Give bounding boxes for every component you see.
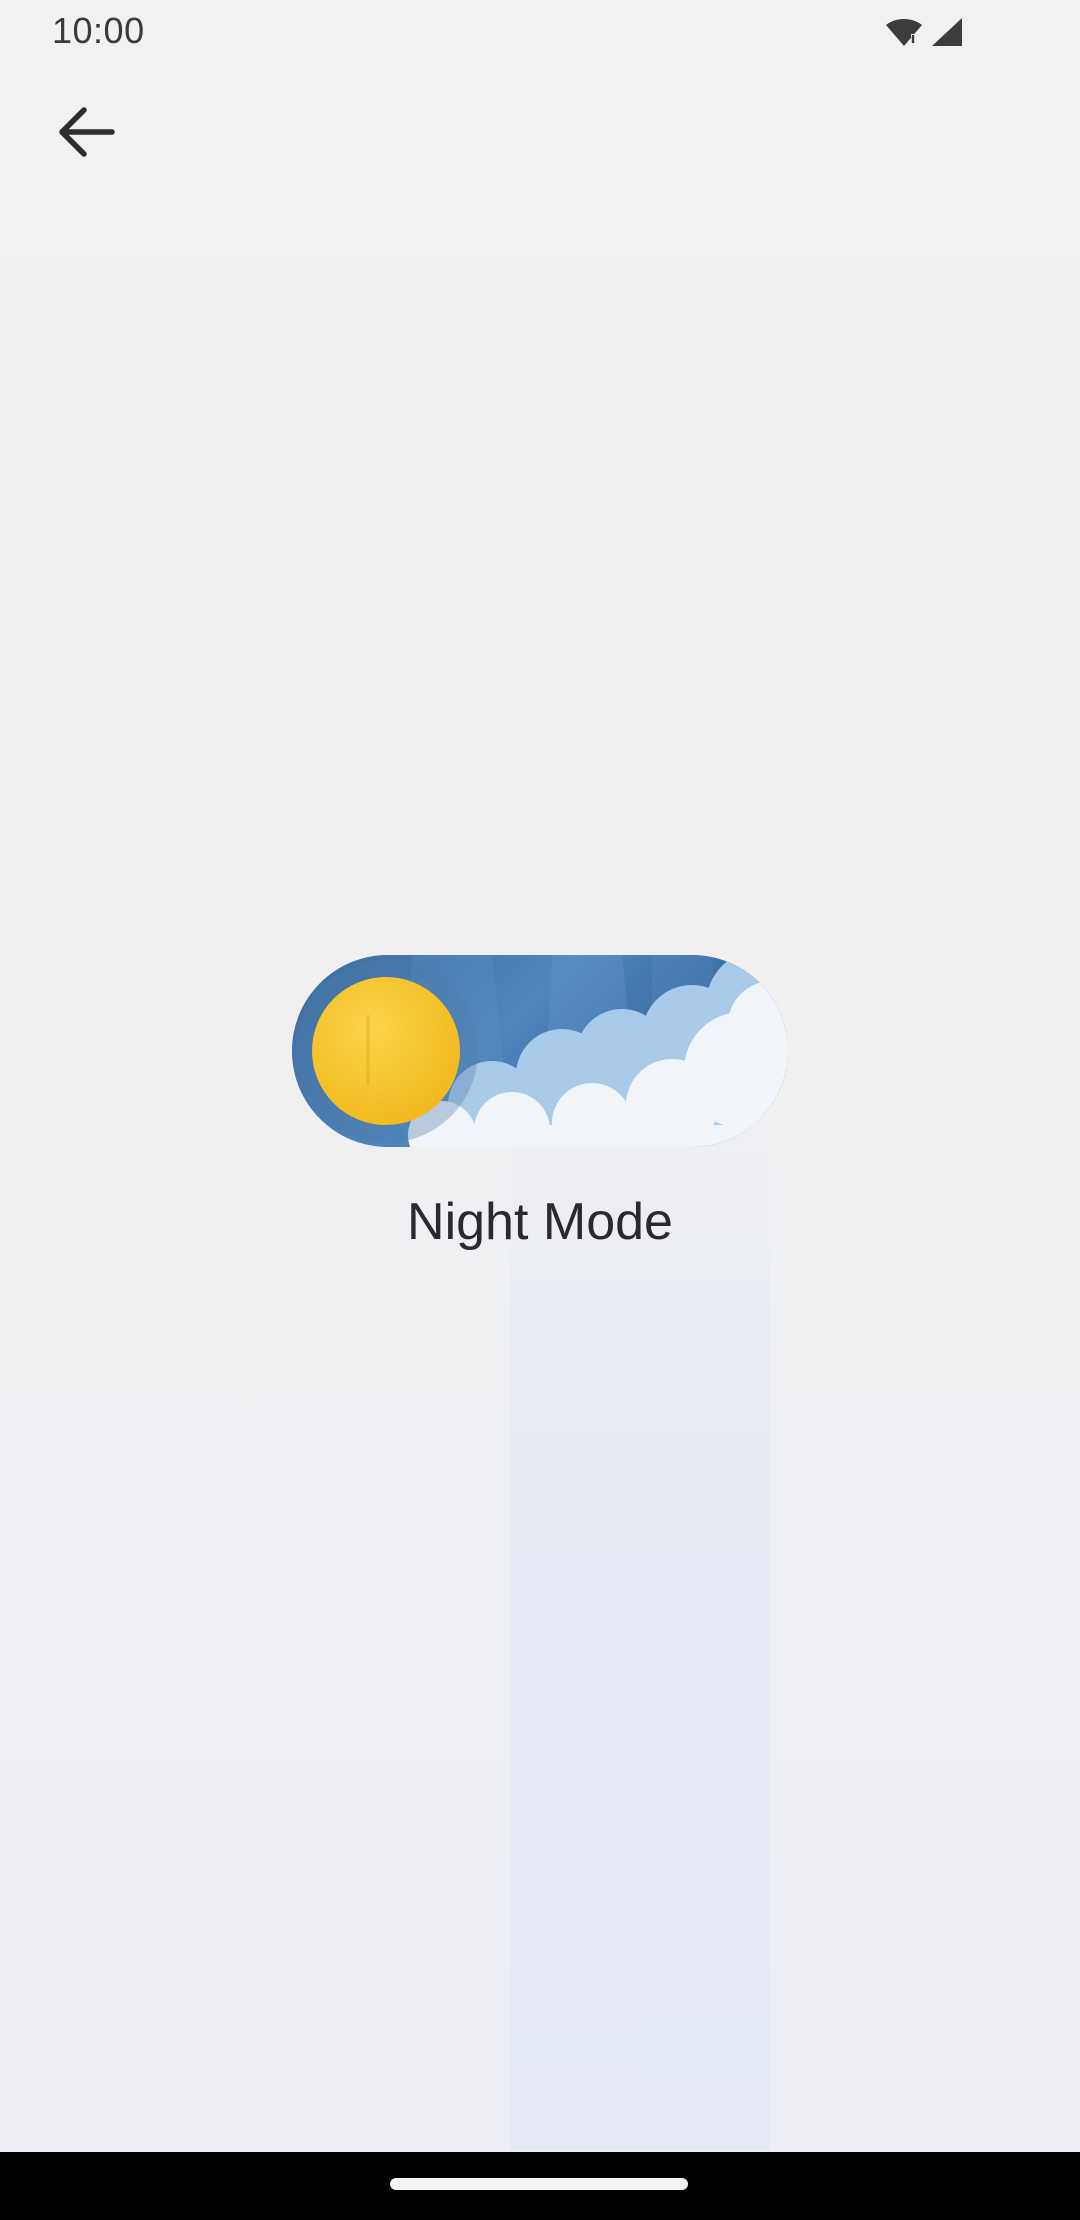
background-tint — [510, 1100, 770, 2150]
status-time: 10:00 — [52, 10, 145, 51]
back-button[interactable] — [44, 92, 128, 176]
navigation-bar — [0, 2152, 1080, 2220]
toggle-scene — [292, 955, 788, 1147]
wifi-icon — [884, 16, 924, 48]
cell-signal-icon — [930, 16, 964, 48]
status-bar: 10:00 — [0, 0, 1080, 70]
night-mode-toggle[interactable] — [292, 955, 788, 1147]
night-mode-label: Night Mode — [407, 1193, 673, 1251]
home-handle[interactable] — [390, 2178, 688, 2190]
status-icons — [884, 16, 964, 48]
screen: 10:00 Night Mode — [0, 0, 1080, 2220]
arrow-left-icon — [56, 104, 116, 165]
sun-knob — [312, 977, 460, 1125]
